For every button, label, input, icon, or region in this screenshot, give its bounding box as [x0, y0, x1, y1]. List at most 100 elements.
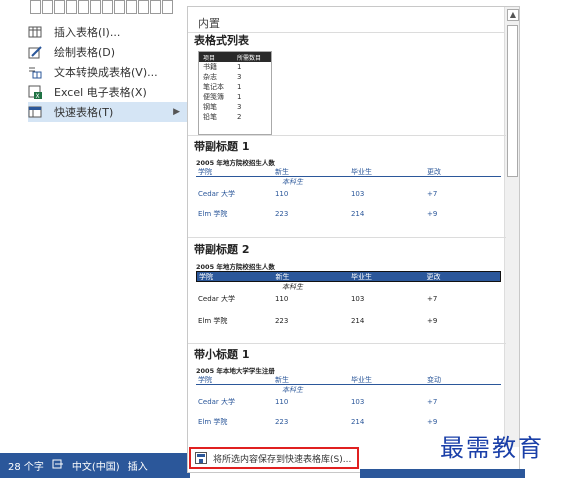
header-cell: 毕业生 — [350, 273, 372, 281]
cell: 223 — [274, 317, 289, 325]
save-selection-to-quick-tables-button[interactable]: 将所选内容保存到快速表格库(S)... — [189, 447, 359, 469]
gallery-scrollbar[interactable]: ▲ — [504, 7, 519, 447]
table-dropdown-menu: 插入表格(I)... 绘制表格(D) 文本转换成表格(V)... X Excel… — [22, 20, 190, 130]
cell: Elm 学院 — [198, 210, 228, 218]
menu-item-label: 插入表格(I)... — [54, 26, 121, 39]
scroll-thumb[interactable] — [507, 25, 518, 177]
save-table-icon — [195, 452, 207, 464]
header-cell: 学院 — [198, 168, 212, 176]
table-row: Elm 学院 223 214 +9 — [196, 314, 501, 328]
table-subheader: 本科生 — [282, 386, 303, 394]
language-status[interactable]: 中文(中国) — [72, 458, 120, 473]
cell: 便笺簿 — [203, 93, 224, 101]
quick-table-icon — [28, 105, 42, 119]
cell: +9 — [426, 418, 438, 426]
divider — [188, 343, 506, 344]
table-header-row: 项目 所需数目 — [199, 52, 271, 62]
grid-cell[interactable] — [102, 0, 113, 14]
cell: +9 — [426, 317, 438, 325]
save-selection-label: 将所选内容保存到快速表格库(S)... — [213, 454, 352, 465]
menu-item-excel-spreadsheet[interactable]: X Excel 电子表格(X) — [28, 82, 188, 102]
table-subheader: 本科生 — [282, 283, 303, 291]
cell: 214 — [350, 418, 365, 426]
cell: 钢笔 — [203, 103, 217, 111]
header-cell: 更改 — [426, 168, 441, 176]
table-row: Cedar 大学 110 103 +7 — [196, 292, 501, 306]
table-caption: 2005 年地方院校招生人数 — [196, 263, 275, 271]
proofing-icon[interactable] — [52, 459, 64, 472]
table-row: 杂志 3 — [199, 72, 271, 82]
cell: +9 — [426, 210, 438, 218]
scroll-up-arrow-icon[interactable]: ▲ — [507, 9, 519, 21]
header-cell: 所需数目 — [237, 54, 262, 62]
table-row: Cedar 大学 110 103 +7 — [196, 395, 501, 409]
grid-cell[interactable] — [126, 0, 137, 14]
excel-icon: X — [28, 85, 42, 100]
grid-cell[interactable] — [66, 0, 77, 14]
header-cell: 更改 — [426, 273, 441, 281]
gallery-item-with-subheads-2[interactable]: 2005 年地方院校招生人数 学院 新生 毕业生 更改 本科生 Cedar 大学… — [196, 261, 501, 328]
divider — [188, 237, 506, 238]
cell: Elm 学院 — [198, 418, 228, 426]
cell: 103 — [350, 190, 365, 198]
svg-text:X: X — [36, 93, 40, 99]
table-row: Elm 学院 223 214 +9 — [196, 415, 501, 429]
grid-cell[interactable] — [138, 0, 149, 14]
grid-cell[interactable] — [30, 0, 41, 14]
gallery-item-with-subheads-1[interactable]: 2005 年地方院校招生人数 学院 新生 毕业生 更改 本科生 Cedar 大学… — [196, 157, 501, 221]
table-size-grid[interactable] — [30, 0, 180, 20]
cell: Cedar 大学 — [198, 295, 236, 303]
header-cell: 新生 — [274, 168, 289, 176]
table-caption: 2005 年地方院校招生人数 — [196, 159, 275, 167]
menu-item-label: 绘制表格(D) — [54, 46, 116, 59]
header-cell: 变动 — [426, 376, 441, 384]
cell: 笔记本 — [203, 83, 224, 91]
menu-item-insert-table[interactable]: 插入表格(I)... — [28, 22, 188, 42]
menu-item-label: Excel 电子表格(X) — [54, 86, 147, 99]
grid-cell[interactable] — [90, 0, 101, 14]
table-row: 笔记本 1 — [199, 82, 271, 92]
cell: +7 — [426, 295, 438, 303]
gallery-item-tabular-subheads-1[interactable]: 2005 年本地大学学生注册 学院 新生 毕业生 变动 本科生 Cedar 大学… — [196, 365, 501, 429]
cell: 1 — [237, 93, 242, 101]
grid-cell[interactable] — [78, 0, 89, 14]
table-row: Elm 学院 223 214 +9 — [196, 207, 501, 221]
cell: Elm 学院 — [198, 317, 228, 325]
header-cell: 项目 — [203, 54, 216, 62]
cell: 110 — [274, 398, 289, 406]
grid-cell[interactable] — [42, 0, 53, 14]
gallery-item-title: 表格式列表 — [194, 34, 249, 47]
cell: 3 — [237, 103, 242, 111]
cell: Cedar 大学 — [198, 398, 236, 406]
grid-cell[interactable] — [150, 0, 161, 14]
menu-item-quick-tables[interactable]: 快速表格(T) ▶ — [28, 102, 188, 122]
menu-item-text-to-table[interactable]: 文本转换成表格(V)... — [28, 62, 188, 82]
cell: +7 — [426, 190, 438, 198]
gallery-item-tabular-list[interactable]: 项目 所需数目 书籍 1 杂志 3 笔记本 1 便笺簿 1 钢笔 3 铅笔 2 — [198, 51, 272, 135]
insert-mode-status[interactable]: 插入 — [128, 458, 148, 473]
header-cell: 学院 — [199, 273, 213, 281]
word-count[interactable]: 28 个字 — [8, 458, 44, 473]
cell: 1 — [237, 63, 242, 71]
menu-item-label: 文本转换成表格(V)... — [54, 66, 158, 79]
header-cell: 毕业生 — [350, 168, 372, 176]
pencil-table-icon — [28, 45, 42, 59]
quick-tables-gallery: 内置 ▲ 表格式列表 项目 所需数目 书籍 1 杂志 3 笔记本 1 便笺簿 1 钢笔 3… — [187, 6, 520, 473]
divider — [188, 135, 506, 136]
cell: 103 — [350, 295, 365, 303]
cell: 3 — [237, 73, 242, 81]
cell: 110 — [274, 190, 289, 198]
status-bar-right — [360, 469, 525, 478]
header-cell: 新生 — [275, 273, 290, 281]
cell: 110 — [274, 295, 289, 303]
grid-cell[interactable] — [114, 0, 125, 14]
menu-item-draw-table[interactable]: 绘制表格(D) — [28, 42, 188, 62]
table-row: 书籍 1 — [199, 62, 271, 72]
cell: 2 — [237, 113, 242, 121]
grid-cell[interactable] — [54, 0, 65, 14]
cell: 1 — [237, 83, 242, 91]
grid-cell[interactable] — [162, 0, 173, 14]
table-row: Cedar 大学 110 103 +7 — [196, 187, 501, 201]
cell: 214 — [350, 210, 365, 218]
gallery-item-title: 带副标题 1 — [194, 140, 250, 153]
